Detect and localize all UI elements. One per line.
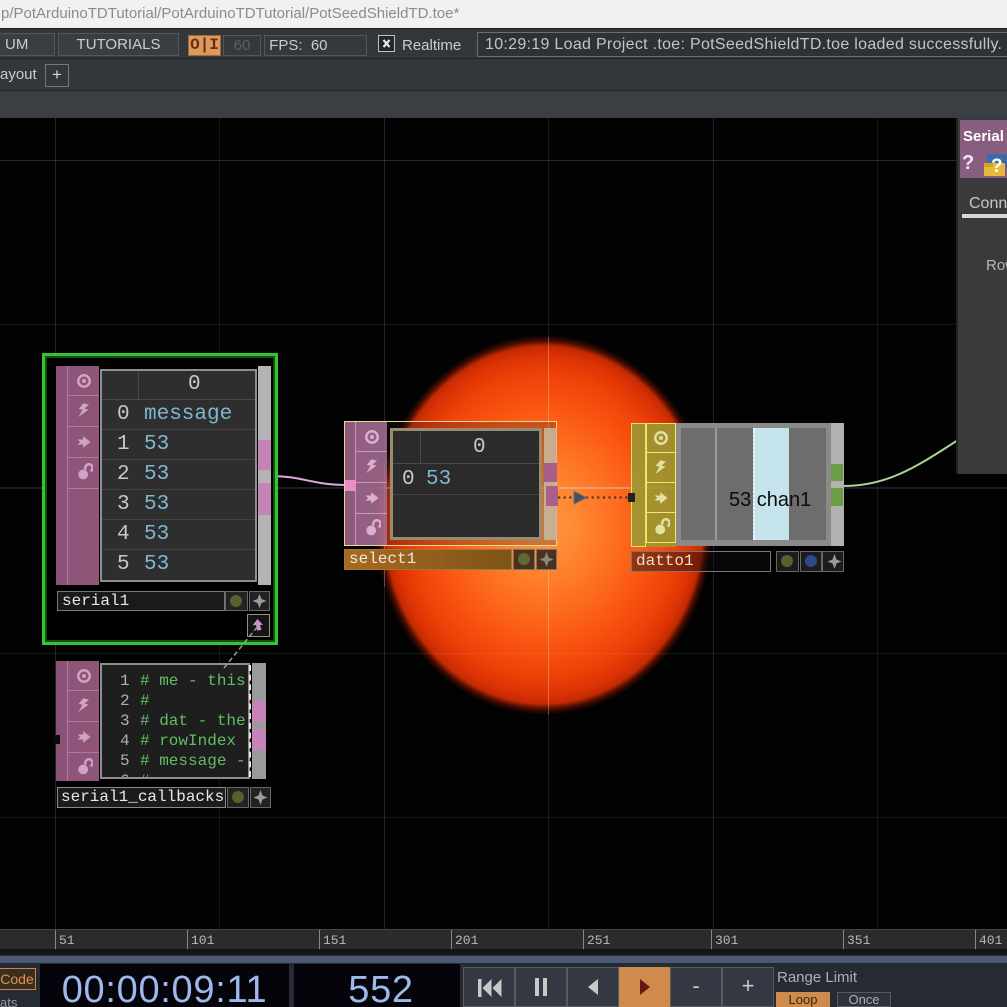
svg-text:?: ? [991,156,1003,176]
